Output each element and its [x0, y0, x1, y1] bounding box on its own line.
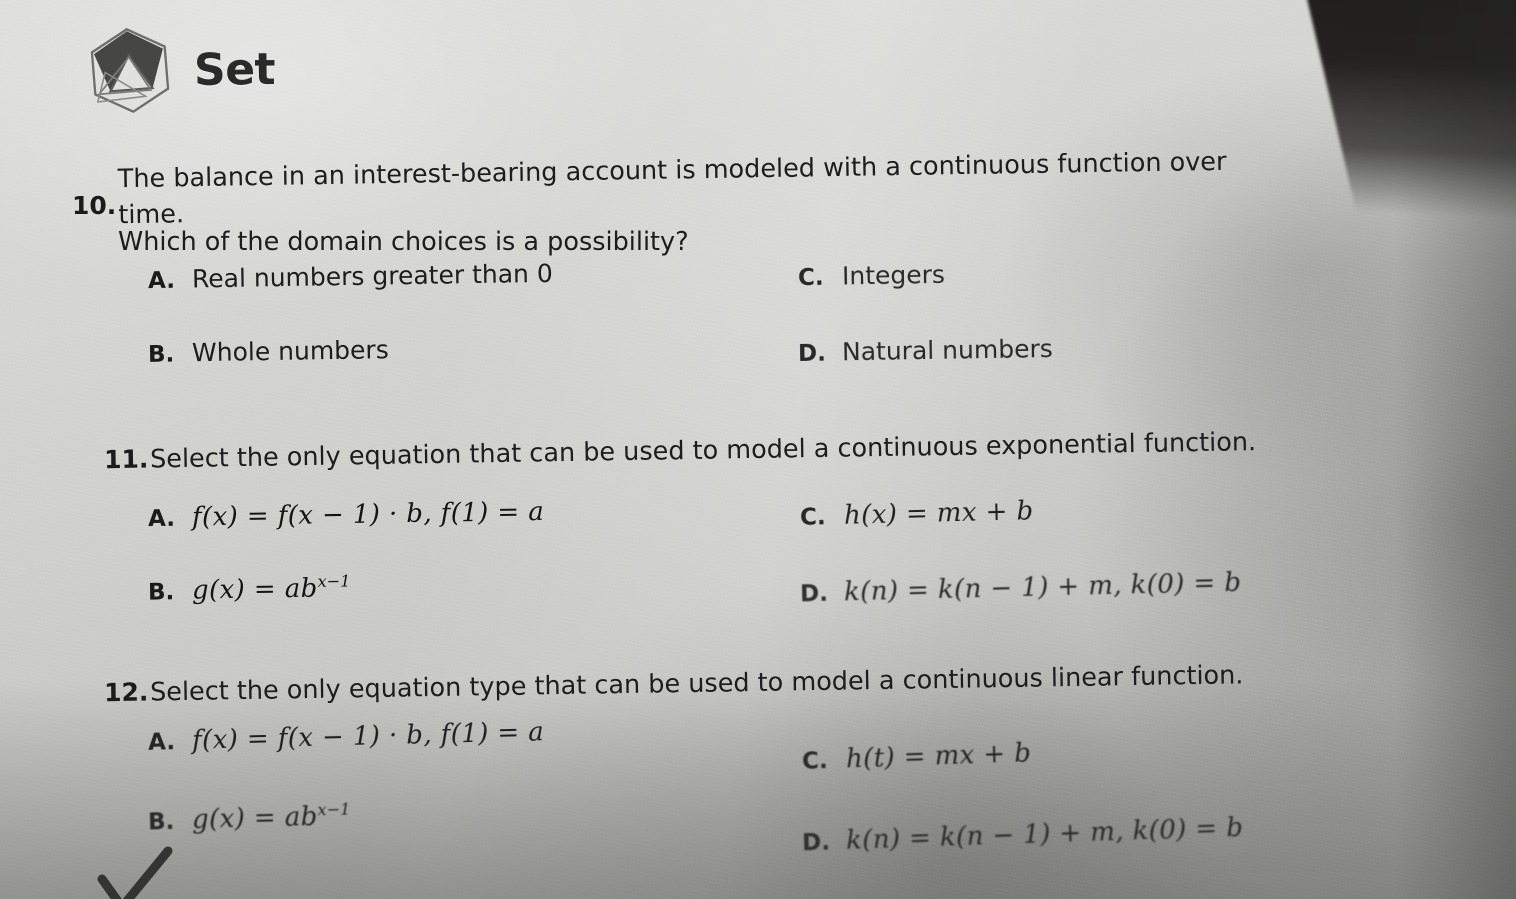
question-12: 12. Select the only equation type that c… — [104, 660, 1404, 707]
choice-letter: C. — [801, 747, 829, 775]
choice-10-d[interactable]: D. Natural numbers — [798, 334, 1053, 367]
choice-equation: h(x) = mx + b — [843, 496, 1034, 531]
question-10-number: 10. — [72, 191, 117, 221]
question-10: 10. The balance in an interest-bearing a… — [72, 147, 1392, 261]
choice-letter: A. — [147, 505, 176, 533]
question-11-prompt: Select the only equation that can be use… — [149, 427, 1257, 475]
choice-12-d[interactable]: D. k(n) = k(n − 1) + m, k(0) = b — [802, 813, 1244, 858]
hexagon-arrow-logo-icon — [82, 22, 179, 119]
choice-letter: D. — [797, 340, 827, 367]
choice-letter: A. — [147, 267, 176, 295]
choice-letter: D. — [799, 580, 829, 608]
choice-letter: B. — [147, 341, 175, 368]
choice-label: Natural numbers — [841, 334, 1053, 367]
choice-label: Whole numbers — [191, 335, 389, 368]
choice-equation: k(n) = k(n − 1) + m, k(0) = b — [843, 567, 1242, 608]
choice-11-c[interactable]: C. h(x) = mx + b — [800, 496, 1034, 532]
choice-equation: f(x) = f(x − 1) · b, f(1) = a — [191, 717, 545, 756]
choice-12-b[interactable]: B. g(x) = abx−1 — [148, 800, 351, 837]
question-12-prompt: Select the only equation type that can b… — [149, 660, 1244, 708]
choice-letter: B. — [147, 578, 175, 606]
choice-12-a[interactable]: A. f(x) = f(x − 1) · b, f(1) = a — [148, 717, 545, 757]
choice-12-c[interactable]: C. h(t) = mx + b — [802, 738, 1032, 776]
question-11-number: 11. — [103, 444, 149, 475]
choice-10-c[interactable]: C. Integers — [798, 260, 945, 291]
question-10-prompt: The balance in an interest-bearing accou… — [118, 147, 1298, 261]
choice-letter: C. — [797, 264, 824, 292]
choice-equation: g(x) = abx−1 — [191, 571, 351, 606]
checkmark-pencil-mark-icon — [96, 843, 206, 899]
question-11-header: 11. Select the only equation that can be… — [104, 422, 1404, 479]
question-12-header: 12. Select the only equation type that c… — [104, 655, 1404, 712]
choice-11-a[interactable]: A. f(x) = f(x − 1) · b, f(1) = a — [148, 497, 545, 533]
choice-label: Real numbers greater than 0 — [191, 258, 553, 294]
choice-equation: g(x) = abx−1 — [191, 799, 351, 836]
question-11: 11. Select the only equation that can be… — [104, 427, 1404, 474]
choice-equation: k(n) = k(n − 1) + m, k(0) = b — [845, 812, 1244, 856]
choice-label: Integers — [841, 259, 946, 291]
choice-letter: D. — [801, 829, 831, 857]
question-10-header: 10. The balance in an interest-bearing a… — [72, 147, 1392, 261]
worksheet-photo: Set 10. The balance in an interest-beari… — [0, 0, 1516, 899]
choice-letter: A. — [147, 729, 176, 756]
brand-name: Set — [193, 43, 276, 96]
worksheet-content: Set 10. The balance in an interest-beari… — [0, 0, 1516, 899]
question-12-number: 12. — [103, 677, 149, 708]
choice-equation: h(t) = mx + b — [845, 738, 1032, 775]
question-10-prompt-line1: The balance in an interest-bearing accou… — [117, 146, 1227, 231]
brand-header: Set — [82, 21, 276, 119]
choice-10-b[interactable]: B. Whole numbers — [148, 335, 389, 368]
choice-equation: f(x) = f(x − 1) · b, f(1) = a — [191, 496, 545, 533]
choice-11-d[interactable]: D. k(n) = k(n − 1) + m, k(0) = b — [800, 568, 1242, 609]
choice-10-a[interactable]: A. Real numbers greater than 0 — [148, 259, 553, 294]
choice-11-b[interactable]: B. g(x) = abx−1 — [148, 571, 351, 606]
choice-letter: C. — [799, 504, 826, 531]
choice-letter: B. — [147, 808, 175, 836]
